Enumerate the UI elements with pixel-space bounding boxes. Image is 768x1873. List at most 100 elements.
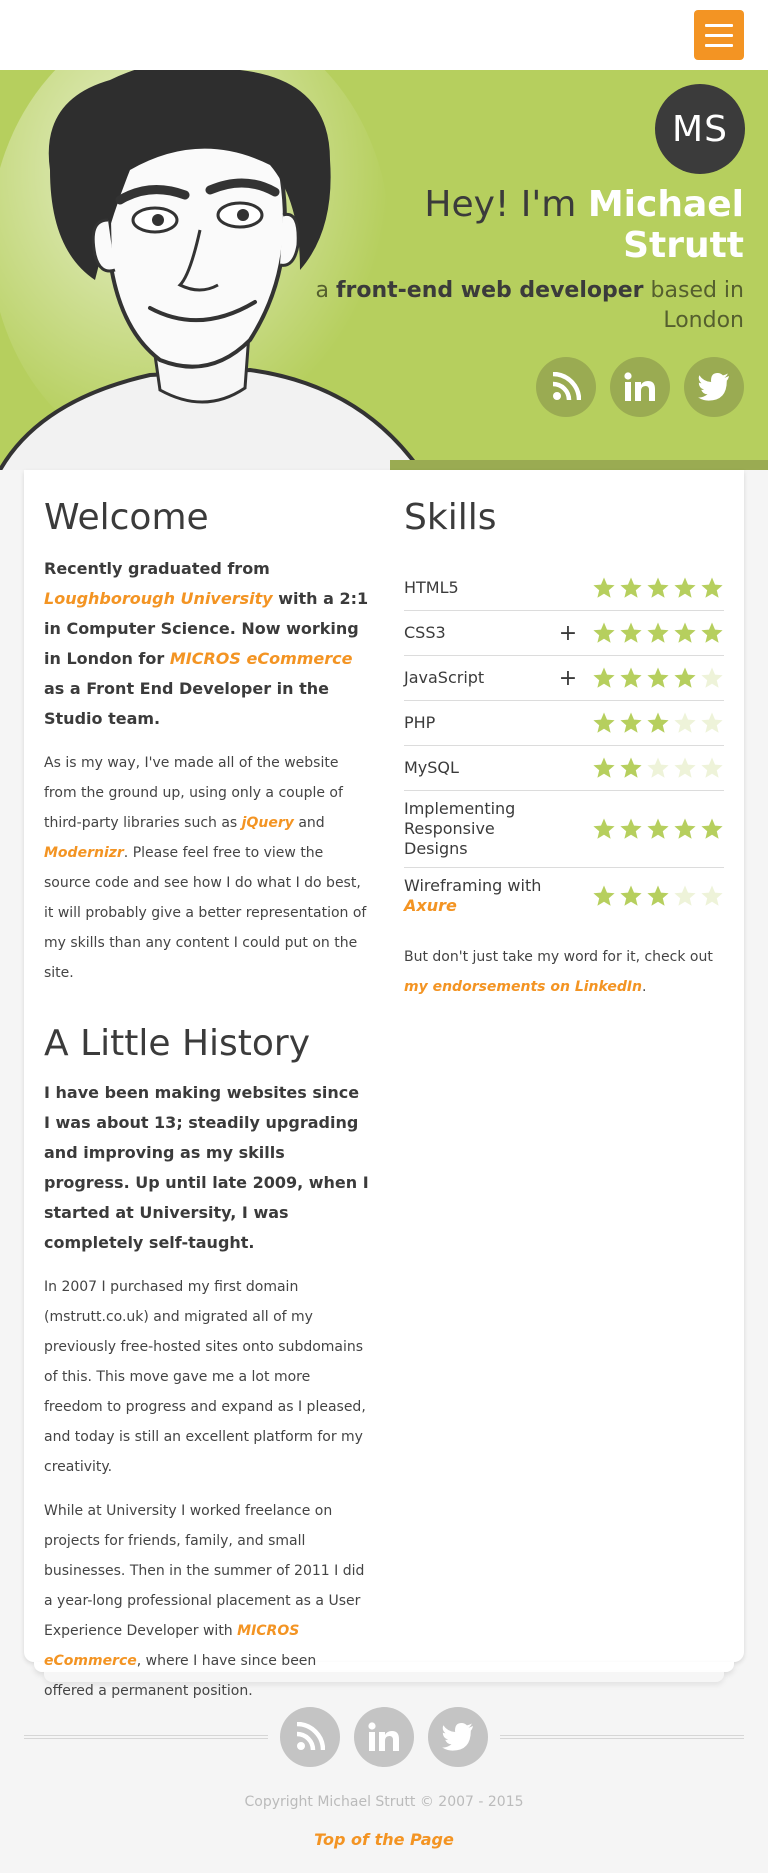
text: as a Front End Developer in the Studio t… [44,679,329,728]
skill-name: MySQL [404,758,554,778]
star-rating [592,576,724,600]
rss-link[interactable] [280,1707,340,1767]
star-filled-icon [674,622,696,643]
star-filled-icon [593,757,615,778]
footer-divider [24,1735,268,1739]
skill-name: Wireframing with Axure [404,876,554,916]
hero-sub-a: a [315,278,329,303]
hero-role: front-end web developer [335,278,644,303]
expand-skill-button[interactable]: + [558,621,578,646]
linkedin-link[interactable] [354,1707,414,1767]
text: While at University I worked freelance o… [44,1503,365,1639]
star-rating [592,884,724,908]
star-filled-icon [701,818,723,839]
star-filled-icon [647,577,669,598]
history-heading: A Little History [44,1023,311,1064]
skill-label: Implementing Responsive Designs [404,799,516,858]
skill-label: HTML5 [404,578,459,597]
linkedin-link[interactable] [610,357,670,417]
star-filled-icon [620,622,642,643]
skill-name: CSS3 [404,623,554,643]
text: But don't just take my word for it, chec… [404,949,713,965]
expand-skill-button[interactable]: + [558,666,578,691]
star-filled-icon [674,577,696,598]
star-filled-icon [674,667,696,688]
skill-controls [554,817,724,841]
skill-name: JavaScript [404,668,554,688]
rss-icon [296,1722,325,1751]
star-empty-icon [701,885,723,906]
skill-label: PHP [404,713,436,732]
hero-title: Hey! I'm Michael Strutt [304,184,744,266]
copyright: Copyright Michael Strutt © 2007 - 2015 [244,1794,524,1810]
star-rating [592,621,724,646]
menu-icon-bar [705,43,733,47]
skill-name: Implementing Responsive Designs [404,799,554,859]
linkedin-icon [368,1722,399,1751]
twitter-link[interactable] [684,357,744,417]
star-filled-icon [593,885,615,906]
skill-row: Wireframing with Axure [404,868,724,924]
star-filled-icon [620,577,642,598]
text: . Please feel free to view the source co… [44,845,367,981]
left-column: Welcome Recently graduated from Loughbor… [44,490,369,1706]
jquery-link[interactable]: jQuery [242,815,294,831]
linkedin-endorsements-link[interactable]: my endorsements on LinkedIn [404,979,642,995]
skill-row: MySQL [404,746,724,791]
history-paragraph-2: While at University I worked freelance o… [44,1496,369,1706]
skill-row: CSS3 + [404,611,724,656]
star-filled-icon [593,622,615,643]
star-rating [592,711,724,735]
modernizr-link[interactable]: Modernizr [44,845,124,861]
top-of-page-link[interactable]: Top of the Page [314,1830,454,1849]
skill-link[interactable]: Axure [404,896,457,915]
hero-name: Michael Strutt [587,184,744,266]
hero-social-links [536,357,744,417]
star-filled-icon [647,712,669,733]
footer-divider [500,1735,744,1739]
star-filled-icon [593,577,615,598]
star-filled-icon [620,885,642,906]
loughborough-link[interactable]: Loughborough University [44,589,273,608]
star-empty-icon [647,757,669,778]
text: . [642,979,647,995]
top-bar [0,0,768,70]
skill-row: HTML5 [404,566,724,611]
welcome-lead: Recently graduated from Loughborough Uni… [44,554,369,734]
welcome-paragraph: As is my way, I've made all of the websi… [44,748,369,988]
star-filled-icon [647,667,669,688]
micros-link[interactable]: MICROS eCommerce [170,649,353,668]
star-filled-icon [620,712,642,733]
star-rating [592,817,724,841]
skill-name: PHP [404,713,554,733]
star-filled-icon [593,818,615,839]
star-filled-icon [593,667,615,688]
skill-row: JavaScript + [404,656,724,701]
star-filled-icon [620,757,642,778]
star-filled-icon [593,712,615,733]
skill-label: Wireframing with [404,876,542,895]
skill-controls: + [554,666,724,691]
star-filled-icon [674,818,696,839]
hero-subtitle: a front-end web developer based in Londo… [304,276,744,336]
menu-button[interactable] [694,10,744,60]
history-lead: I have been making websites since I was … [44,1083,369,1252]
skill-row: PHP [404,701,724,746]
endorse-text: But don't just take my word for it, chec… [404,942,724,1002]
star-filled-icon [647,885,669,906]
skill-name: HTML5 [404,578,554,598]
right-column: Skills HTML5 CSS3 + JavaScript + PHP MySQL Impl… [404,490,724,1002]
history-paragraph-1: In 2007 I purchased my first domain (mst… [44,1279,366,1475]
skill-label: CSS3 [404,623,446,642]
menu-icon-bar [705,23,733,27]
star-empty-icon [674,757,696,778]
star-filled-icon [701,622,723,643]
linkedin-icon [624,372,655,401]
twitter-link[interactable] [428,1707,488,1767]
star-empty-icon [674,712,696,733]
twitter-icon [442,1723,473,1751]
skills-list: HTML5 CSS3 + JavaScript + PHP MySQL Implementin… [404,566,724,924]
welcome-heading: Welcome [44,497,209,538]
skill-controls [554,576,724,600]
rss-link[interactable] [536,357,596,417]
